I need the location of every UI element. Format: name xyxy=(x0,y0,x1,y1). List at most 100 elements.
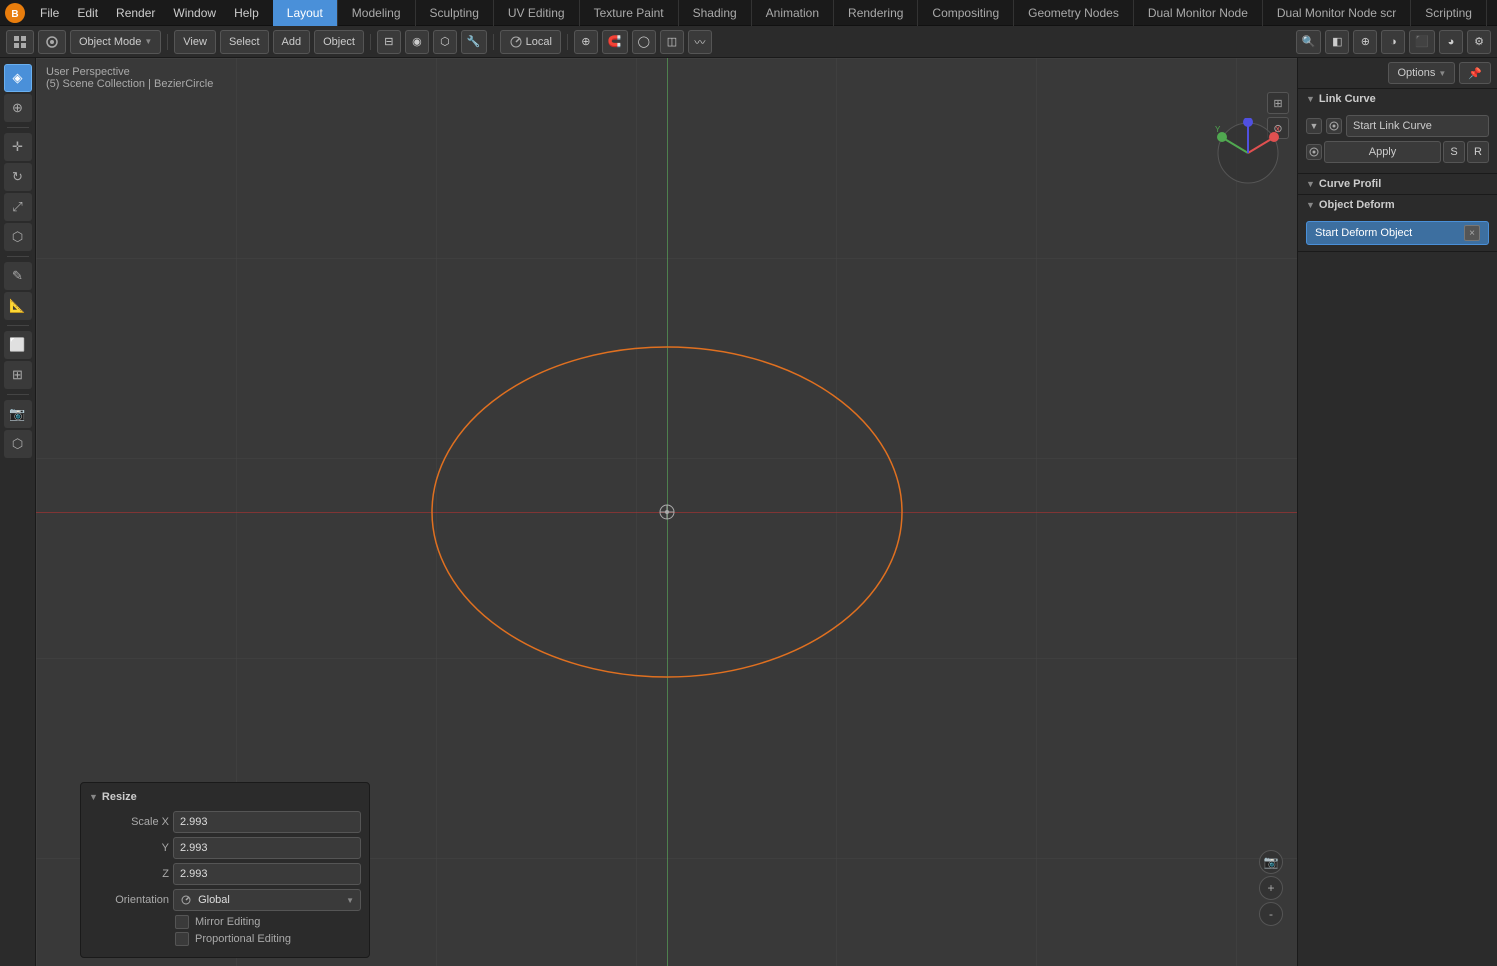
bottom-right-nav: 📷 + - xyxy=(1259,850,1283,926)
object-deform-header[interactable]: ▼ Object Deform xyxy=(1298,195,1497,215)
add-menu[interactable]: Add xyxy=(273,30,311,54)
mirror-icon[interactable]: ◫ xyxy=(660,30,684,54)
pivot-icon[interactable]: ⊕ xyxy=(574,30,598,54)
proportional-icon[interactable]: ◉ xyxy=(405,30,429,54)
options-bar: Options ▼ 📌 xyxy=(1298,58,1497,89)
overlay-icon[interactable]: ⊕ xyxy=(1353,30,1377,54)
viewport[interactable]: User Perspective (5) Scene Collection | … xyxy=(36,58,1297,966)
tool-camera[interactable]: 📷 xyxy=(4,400,32,428)
object-menu[interactable]: Object xyxy=(314,30,364,54)
curve-profil-section: ▼ Curve Profil xyxy=(1298,174,1497,195)
viewport-shading-icon[interactable]: ◑ xyxy=(1381,30,1405,54)
pin-icon[interactable]: 📌 xyxy=(1459,62,1491,84)
tool-transform[interactable]: ⬡ xyxy=(4,223,32,251)
mode-icon-render[interactable] xyxy=(38,30,66,54)
tool-separator-4 xyxy=(7,394,29,395)
proportional-falloff-icon[interactable]: ◯ xyxy=(632,30,656,54)
mirror-editing-label: Mirror Editing xyxy=(195,916,260,928)
tab-uv-editing[interactable]: UV Editing xyxy=(494,0,580,26)
tool-separator-3 xyxy=(7,325,29,326)
tool-separator-2 xyxy=(7,256,29,257)
nav-zoom-out[interactable]: - xyxy=(1259,902,1283,926)
nav-zoom-in[interactable]: + xyxy=(1259,876,1283,900)
tab-rendering[interactable]: Rendering xyxy=(834,0,918,26)
curve-profil-header[interactable]: ▼ Curve Profil xyxy=(1298,174,1497,194)
orientation-dropdown[interactable]: Global ▼ xyxy=(173,889,361,911)
gizmo-wireframe[interactable]: ⊞ xyxy=(1267,92,1289,114)
svg-text:B: B xyxy=(11,9,18,20)
orientation-label: Orientation xyxy=(89,894,169,906)
deform-close-btn[interactable]: × xyxy=(1464,225,1480,241)
start-deform-object-btn[interactable]: Start Deform Object × xyxy=(1306,221,1489,245)
transform-orientation[interactable]: Local xyxy=(500,30,561,54)
object-mode-dropdown[interactable]: Object Mode ▼ xyxy=(70,30,161,54)
snap-icon[interactable]: ⊟ xyxy=(377,30,401,54)
mesh-select-icon[interactable]: ⬡ xyxy=(433,30,457,54)
tool-cursor[interactable]: ⊕ xyxy=(4,94,32,122)
viewport-shading-solid[interactable]: ⬛ xyxy=(1409,30,1435,54)
snapping-icon[interactable]: 🧲 xyxy=(602,30,628,54)
mirror-editing-checkbox[interactable] xyxy=(175,915,189,929)
apply-button[interactable]: Apply xyxy=(1324,141,1441,163)
menu-render[interactable]: Render xyxy=(108,4,163,22)
tab-texture-paint[interactable]: Texture Paint xyxy=(580,0,679,26)
tool-object-origin[interactable]: ⬡ xyxy=(4,430,32,458)
menu-help[interactable]: Help xyxy=(226,4,267,22)
select-menu[interactable]: Select xyxy=(220,30,269,54)
gizmo-overlay-toggle[interactable]: ⊙ xyxy=(1267,117,1289,139)
modifiers-icon[interactable]: 🔧 xyxy=(461,30,487,54)
tab-sculpting[interactable]: Sculpting xyxy=(416,0,494,26)
link-curve-collapse: ▼ xyxy=(1306,94,1315,104)
tab-compositing[interactable]: Compositing xyxy=(918,0,1014,26)
scene-settings-icon[interactable]: ⚙ xyxy=(1467,30,1491,54)
tool-annotate[interactable]: ✎ xyxy=(4,262,32,290)
scale-x-value[interactable]: 2.993 xyxy=(173,811,361,833)
view-menu[interactable]: View xyxy=(174,30,216,54)
tool-move[interactable]: ✛ xyxy=(4,133,32,161)
top-menu-bar: B File Edit Render Window Help Layout Mo… xyxy=(0,0,1497,26)
scale-z-label: Z xyxy=(89,868,169,880)
menu-edit[interactable]: Edit xyxy=(69,4,106,22)
tool-measure[interactable]: 📐 xyxy=(4,292,32,320)
scale-x-label: Scale X xyxy=(89,816,169,828)
tab-dual-monitor-node-scr[interactable]: Dual Monitor Node scr xyxy=(1263,0,1411,26)
link-curve-header[interactable]: ▼ Link Curve xyxy=(1298,89,1497,109)
options-button[interactable]: Options ▼ xyxy=(1388,62,1455,84)
tab-layout[interactable]: Layout xyxy=(273,0,338,26)
tab-animation[interactable]: Animation xyxy=(752,0,834,26)
start-link-curve-btn[interactable]: Start Link Curve xyxy=(1346,115,1489,137)
nav-camera-btn[interactable]: 📷 xyxy=(1259,850,1283,874)
tool-separator-1 xyxy=(7,127,29,128)
blender-logo: B xyxy=(4,2,26,24)
apply-s-button[interactable]: S xyxy=(1443,141,1465,163)
apply-r-button[interactable]: R xyxy=(1467,141,1489,163)
tab-geoshaider-nodes[interactable]: GeoShaider Nodes xyxy=(1487,0,1497,26)
tab-modeling[interactable]: Modeling xyxy=(338,0,416,26)
tab-dual-monitor-node[interactable]: Dual Monitor Node xyxy=(1134,0,1263,26)
tab-scripting[interactable]: Scripting xyxy=(1411,0,1487,26)
scale-y-value[interactable]: 2.993 xyxy=(173,837,361,859)
proportional-editing-checkbox[interactable] xyxy=(175,932,189,946)
scale-z-value[interactable]: 2.993 xyxy=(173,863,361,885)
toggle-sidebar-icon[interactable]: ◧ xyxy=(1325,30,1349,54)
tool-extrude[interactable]: ⊞ xyxy=(4,361,32,389)
tool-select[interactable]: ◈ xyxy=(4,64,32,92)
link-curve-content: ▼ Start Link Curve Apply S R xyxy=(1298,109,1497,173)
tab-shading[interactable]: Shading xyxy=(679,0,752,26)
link-curve-title: Link Curve xyxy=(1319,93,1376,105)
tool-add-cube[interactable]: ⬜ xyxy=(4,331,32,359)
apply-row: Apply S R xyxy=(1306,141,1489,163)
main-area: ◈ ⊕ ✛ ↻ ⤢ ⬡ ✎ 📐 ⬜ ⊞ 📷 ⬡ xyxy=(0,58,1497,966)
menu-window[interactable]: Window xyxy=(165,4,224,22)
tool-scale[interactable]: ⤢ xyxy=(4,193,32,221)
tab-geometry-nodes[interactable]: Geometry Nodes xyxy=(1014,0,1134,26)
menu-file[interactable]: File xyxy=(32,4,67,22)
tool-rotate[interactable]: ↻ xyxy=(4,163,32,191)
lc-dropdown-icon[interactable]: ▼ xyxy=(1306,118,1322,134)
resize-panel: ▼ Resize Scale X 2.993 Y 2.993 Z 2.993 O… xyxy=(80,782,370,958)
link-curve-section: ▼ Link Curve ▼ Start Link Curve xyxy=(1298,89,1497,174)
mode-icon-scene[interactable] xyxy=(6,30,34,54)
path-icon[interactable]: 〰 xyxy=(688,30,712,54)
viewport-shading-render[interactable]: ◕ xyxy=(1439,30,1463,54)
search-icon[interactable]: 🔍 xyxy=(1296,30,1322,54)
